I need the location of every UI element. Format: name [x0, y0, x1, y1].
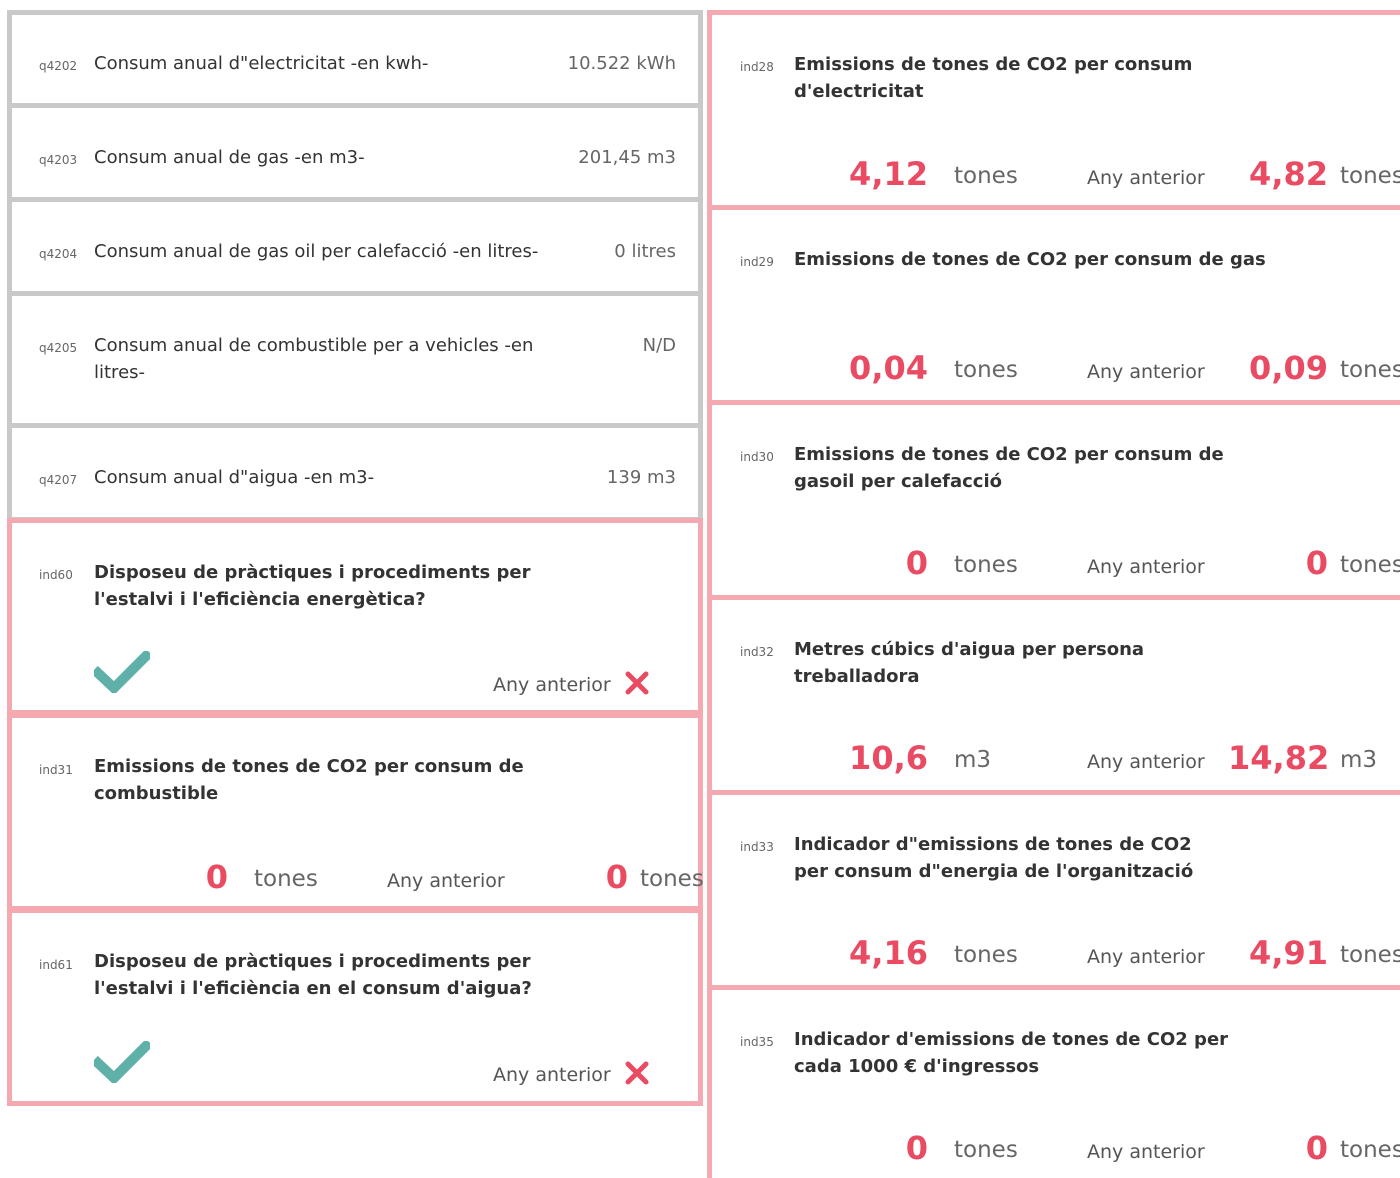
question-label: Consum anual de gas -en m3-: [94, 147, 365, 168]
indicator-code: ind32: [740, 645, 774, 659]
indicator-unit: tones: [954, 942, 1018, 968]
previous-unit: m3: [1340, 747, 1378, 773]
indicator-code: ind29: [740, 255, 774, 269]
previous-value: 0: [1305, 1129, 1328, 1167]
indicator-label: Emissions de tones de CO2 per consum de …: [794, 444, 1224, 492]
previous-year-label: Any anterior: [493, 674, 611, 696]
previous-unit: tones: [1340, 163, 1400, 189]
indicator-card-ind32: ind32 Metres cúbics d'aigua per persona …: [707, 595, 1400, 795]
previous-unit: tones: [1340, 357, 1400, 383]
previous-year-label: Any anterior: [387, 870, 505, 892]
question-card-q4203: q4203 Consum anual de gas -en m3- 201,45…: [7, 103, 703, 202]
question-code: q4202: [39, 59, 78, 73]
previous-year-label: Any anterior: [1087, 361, 1205, 383]
question-value: N/D: [642, 335, 676, 356]
indicator-code: ind30: [740, 450, 774, 464]
indicator-code: ind28: [740, 60, 774, 74]
question-label: Consum anual de combustible per a vehicl…: [94, 335, 534, 383]
check-icon: [94, 1041, 150, 1083]
question-code: q4205: [39, 341, 78, 355]
indicator-unit: tones: [254, 866, 318, 892]
question-label: Consum anual d"aigua -en m3-: [94, 467, 375, 488]
previous-value: 4,91: [1249, 934, 1328, 972]
cross-icon: [625, 1061, 649, 1085]
indicator-label: Disposeu de pràctiques i procediments pe…: [94, 951, 532, 999]
previous-unit: tones: [1340, 1137, 1400, 1163]
previous-value: 0: [605, 858, 628, 896]
question-card-q4205: q4205 Consum anual de combustible per a …: [7, 291, 703, 428]
previous-value: 0: [1305, 544, 1328, 582]
question-label: Consum anual de gas oil per calefacció -…: [94, 241, 539, 262]
indicator-card-ind33: ind33 Indicador d"emissions de tones de …: [707, 790, 1400, 990]
indicator-value: 4,12: [849, 155, 928, 193]
question-code: q4207: [39, 473, 78, 487]
question-code: q4203: [39, 153, 78, 167]
indicator-unit: m3: [954, 747, 992, 773]
indicator-code: ind61: [39, 958, 73, 972]
indicator-card-ind61: ind61 Disposeu de pràctiques i procedime…: [7, 908, 703, 1106]
question-label: Consum anual d"electricitat -en kwh-: [94, 53, 429, 74]
indicator-label: Emissions de tones de CO2 per consum d'e…: [794, 54, 1193, 102]
question-value: 0 litres: [614, 241, 676, 262]
indicator-label: Emissions de tones de CO2 per consum de …: [794, 249, 1266, 270]
indicator-code: ind33: [740, 840, 774, 854]
indicator-code: ind60: [39, 568, 73, 582]
indicator-label: Metres cúbics d'aigua per persona trebal…: [794, 639, 1145, 687]
indicator-value: 4,16: [849, 934, 928, 972]
previous-value: 4,82: [1249, 155, 1328, 193]
previous-unit: tones: [640, 866, 704, 892]
question-card-q4207: q4207 Consum anual d"aigua -en m3- 139 m…: [7, 423, 703, 522]
indicator-card-ind29: ind29 Emissions de tones de CO2 per cons…: [707, 205, 1400, 405]
indicator-unit: tones: [954, 163, 1018, 189]
indicator-card-ind28: ind28 Emissions de tones de CO2 per cons…: [707, 10, 1400, 210]
previous-year-label: Any anterior: [1087, 1141, 1205, 1163]
indicator-card-ind60: ind60 Disposeu de pràctiques i procedime…: [7, 518, 703, 715]
indicator-value: 0,04: [849, 349, 928, 387]
check-icon: [94, 651, 150, 693]
question-value: 139 m3: [606, 467, 676, 488]
indicator-unit: tones: [954, 552, 1018, 578]
previous-year-label: Any anterior: [1087, 556, 1205, 578]
previous-value: 0,09: [1249, 349, 1328, 387]
indicator-card-ind30: ind30 Emissions de tones de CO2 per cons…: [707, 400, 1400, 600]
indicator-value: 0: [905, 544, 928, 582]
question-card-q4204: q4204 Consum anual de gas oil per calefa…: [7, 197, 703, 296]
indicator-label: Indicador d'emissions de tones de CO2 pe…: [794, 1029, 1229, 1077]
indicator-value: 0: [905, 1129, 928, 1167]
question-card-q4202: q4202 Consum anual d"electricitat -en kw…: [7, 10, 703, 108]
question-code: q4204: [39, 247, 78, 261]
previous-unit: tones: [1340, 942, 1400, 968]
previous-year-label: Any anterior: [1087, 167, 1205, 189]
indicator-value: 0: [205, 858, 228, 896]
question-value: 201,45 m3: [578, 147, 676, 168]
indicator-code: ind35: [740, 1035, 774, 1049]
indicator-label: Emissions de tones de CO2 per consum de …: [94, 756, 524, 804]
previous-unit: tones: [1340, 552, 1400, 578]
indicator-label: Disposeu de pràctiques i procediments pe…: [94, 562, 531, 610]
cross-icon: [625, 671, 649, 695]
previous-year-label: Any anterior: [1087, 946, 1205, 968]
indicator-value: 10,6: [849, 739, 928, 777]
indicator-card-ind35: ind35 Indicador d'emissions de tones de …: [707, 985, 1400, 1178]
indicator-unit: tones: [954, 357, 1018, 383]
previous-year-label: Any anterior: [493, 1064, 611, 1086]
indicator-label: Indicador d"emissions de tones de CO2 pe…: [794, 834, 1194, 882]
indicator-card-ind31: ind31 Emissions de tones de CO2 per cons…: [7, 713, 704, 911]
previous-year-label: Any anterior: [1087, 751, 1205, 773]
indicator-code: ind31: [39, 763, 73, 777]
previous-value: 14,82: [1228, 739, 1330, 777]
indicator-unit: tones: [954, 1137, 1018, 1163]
question-value: 10.522 kWh: [567, 53, 676, 74]
